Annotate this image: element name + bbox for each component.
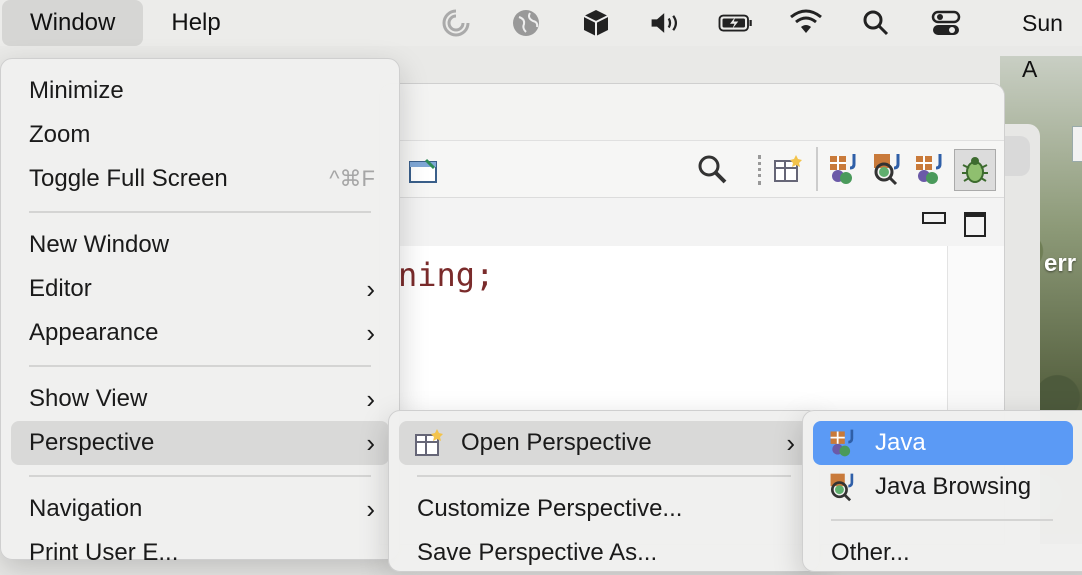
status-area (438, 0, 998, 46)
java-type-hierarchy-icon[interactable] (912, 151, 948, 187)
shortcut-label: ^⌘F (329, 166, 375, 191)
toolbar-divider (816, 147, 818, 191)
menu-item-label: Editor (29, 275, 92, 302)
java-perspective-icon (830, 429, 854, 457)
timer-icon[interactable] (438, 5, 474, 41)
open-perspective-submenu: Java Java Browsing Other... (802, 410, 1082, 572)
menu-item-print-user[interactable]: Print User E... (11, 531, 389, 575)
menu-separator (29, 365, 371, 367)
java-perspective-icon[interactable] (826, 151, 862, 187)
menu-item-label: Appearance (29, 319, 159, 346)
java-browsing-icon[interactable] (870, 151, 906, 187)
window-titlebar (380, 84, 1004, 141)
chevron-right-icon: › (366, 384, 375, 414)
toolbar-separator (758, 155, 765, 185)
maximize-view-button[interactable] (964, 212, 986, 237)
wifi-icon[interactable] (788, 5, 824, 41)
menu-item-show-view[interactable]: Show View › (11, 377, 389, 421)
battery-charging-icon[interactable] (718, 5, 754, 41)
menu-help[interactable]: Help (143, 0, 248, 46)
menu-item-label: Open Perspective (461, 429, 652, 456)
perspective-submenu: Open Perspective › Customize Perspective… (388, 410, 820, 572)
main-toolbar (380, 141, 1004, 198)
menu-item-editor[interactable]: Editor › (11, 267, 389, 311)
new-window-icon[interactable] (406, 153, 442, 189)
menu-item-label: Navigation (29, 495, 143, 522)
menu-item-other[interactable]: Other... (813, 531, 1073, 575)
box-icon[interactable] (578, 5, 614, 41)
menu-window[interactable]: Window (2, 0, 144, 46)
open-perspective-icon[interactable] (770, 151, 806, 187)
search-icon[interactable] (858, 5, 894, 41)
editor-tabbar (380, 198, 1004, 247)
menu-item-label: Perspective (29, 429, 155, 456)
search-icon[interactable] (694, 151, 730, 187)
chevron-right-icon: › (786, 428, 795, 458)
menu-item-java-browsing[interactable]: Java Browsing (813, 465, 1073, 509)
control-center-icon[interactable] (928, 5, 964, 41)
menu-item-appearance[interactable]: Appearance › (11, 311, 389, 355)
menu-item-label: Print User E... (29, 539, 179, 566)
chevron-right-icon: › (366, 274, 375, 304)
chevron-right-icon: › (366, 318, 375, 348)
globe-icon[interactable] (508, 5, 544, 41)
menu-item-perspective[interactable]: Perspective › (11, 421, 389, 465)
menu-item-label: Zoom (29, 121, 91, 148)
java-browsing-icon (830, 473, 854, 502)
menu-item-label: Show View (29, 385, 148, 412)
menu-item-minimize[interactable]: Minimize (11, 69, 389, 113)
menu-item-open-perspective[interactable]: Open Perspective › (399, 421, 809, 465)
menu-item-label: Toggle Full Screen (29, 165, 228, 192)
menu-separator (29, 475, 371, 477)
menu-item-zoom[interactable]: Zoom (11, 113, 389, 157)
background-window-thumbnail (1072, 126, 1082, 162)
minimize-view-button[interactable] (922, 212, 946, 224)
window-menu: Minimize Zoom Toggle Full Screen ^⌘F New… (0, 58, 400, 566)
menu-bar-clock[interactable]: Sun A (1022, 0, 1082, 92)
menu-separator (831, 519, 1053, 521)
menu-item-java[interactable]: Java (813, 421, 1073, 465)
code-line: ning; (398, 256, 495, 294)
menu-item-customize-perspective[interactable]: Customize Perspective... (399, 487, 809, 531)
open-perspective-icon (415, 429, 443, 456)
menu-item-label: Java Browsing (875, 473, 1032, 500)
desktop-text: err (1044, 250, 1077, 277)
menu-item-label: Other... (831, 539, 910, 566)
menu-separator (29, 211, 371, 213)
menu-item-label: Save Perspective As... (417, 539, 658, 566)
debug-perspective-icon[interactable] (954, 149, 996, 191)
menu-item-new-window[interactable]: New Window (11, 223, 389, 267)
menu-item-label: Minimize (29, 77, 124, 104)
chevron-right-icon: › (366, 428, 375, 458)
volume-icon[interactable] (648, 5, 684, 41)
menu-item-navigation[interactable]: Navigation › (11, 487, 389, 531)
menu-item-label: New Window (29, 231, 170, 258)
menu-item-save-perspective[interactable]: Save Perspective As... (399, 531, 809, 575)
menu-item-label: Customize Perspective... (417, 495, 683, 522)
menu-item-toggle-full-screen[interactable]: Toggle Full Screen ^⌘F (11, 157, 389, 201)
menu-bar: Window Help Sun A (0, 0, 1082, 82)
menu-separator (417, 475, 791, 477)
chevron-right-icon: › (366, 494, 375, 524)
menu-item-label: Java (875, 429, 926, 456)
